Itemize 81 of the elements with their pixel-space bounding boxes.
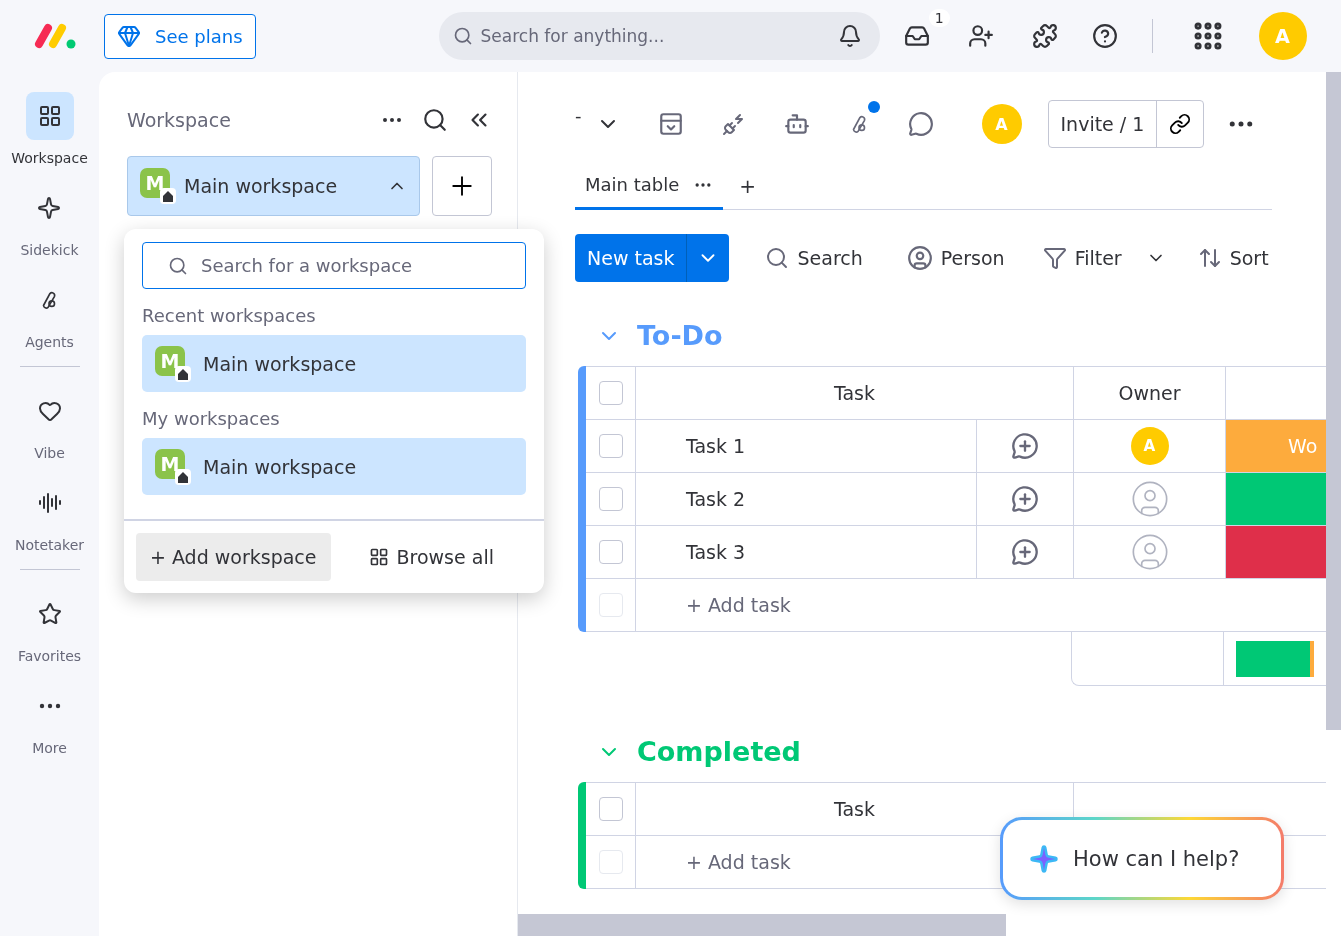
rail-label: Favorites xyxy=(17,648,82,664)
rail-item[interactable]: More xyxy=(25,682,74,756)
section-title: Recent workspaces xyxy=(142,305,317,326)
person-button[interactable]: Person xyxy=(906,245,1005,271)
add-task-field[interactable]: + Add task xyxy=(686,579,791,631)
help-icon[interactable] xyxy=(1091,23,1118,49)
rail-label: More xyxy=(32,740,67,756)
see-plans-button[interactable]: See plans xyxy=(104,13,256,59)
search-field[interactable]: Search for anything... xyxy=(438,12,880,60)
add-comment-icon[interactable] xyxy=(1011,485,1039,513)
workspace-item[interactable]: M Main workspace xyxy=(142,335,526,392)
checkbox[interactable] xyxy=(598,487,623,511)
rail-item[interactable]: Agents xyxy=(25,276,74,350)
inbox-icon[interactable] xyxy=(903,23,930,49)
rail-icon xyxy=(37,491,62,515)
search-icon xyxy=(452,26,473,46)
add-comment-icon[interactable] xyxy=(1011,432,1039,460)
view-tab[interactable]: Main table xyxy=(575,162,724,210)
checkbox[interactable] xyxy=(598,434,623,458)
vertical-scrollbar[interactable] xyxy=(1326,72,1341,730)
rail-label: Sidekick xyxy=(20,242,79,258)
rail-icon xyxy=(37,104,62,128)
status-cell[interactable] xyxy=(1226,526,1326,578)
robot-icon[interactable] xyxy=(783,111,810,137)
checkbox[interactable] xyxy=(598,540,623,564)
search-icon xyxy=(168,255,188,276)
task-name[interactable]: Task 3 xyxy=(636,526,977,578)
workspace-selector[interactable]: M Main workspace xyxy=(127,156,421,216)
horizontal-scrollbar[interactable] xyxy=(518,914,1006,936)
puzzle-icon[interactable] xyxy=(1031,23,1058,49)
rail-item[interactable]: Workspace xyxy=(11,92,88,166)
add-comment-icon[interactable] xyxy=(1011,538,1039,566)
column-header: Task xyxy=(636,367,1074,419)
add-view-button[interactable]: + xyxy=(733,172,763,199)
workspace-item[interactable]: M Main workspace xyxy=(142,438,526,495)
task-name[interactable]: Task 2 xyxy=(636,473,977,525)
board-title[interactable]: - xyxy=(575,104,582,126)
panel-icon[interactable] xyxy=(657,111,684,137)
assistant-prompt[interactable]: How can I help? xyxy=(1000,817,1284,900)
rail-item[interactable]: Notetaker xyxy=(14,479,85,553)
rail-label: Vibe xyxy=(34,445,65,461)
add-task-field[interactable]: + Add task xyxy=(686,836,791,888)
search-icon[interactable] xyxy=(422,107,448,133)
column-header: Owner xyxy=(1074,367,1226,419)
grid-icon xyxy=(368,547,389,567)
sort-button[interactable]: Sort xyxy=(1197,246,1269,270)
person-icon xyxy=(906,245,933,271)
filter-icon xyxy=(1042,246,1067,270)
workspace-search-field[interactable]: Search for a workspace xyxy=(142,242,526,289)
rail-icon xyxy=(37,602,62,626)
rail-icon xyxy=(37,399,62,423)
rail-label: Workspace xyxy=(11,150,88,166)
panel-title: Workspace xyxy=(127,109,232,131)
checkbox[interactable] xyxy=(598,381,623,405)
filter-button[interactable]: Filter xyxy=(1042,246,1166,270)
task-name[interactable]: Task 1 xyxy=(636,420,977,472)
sort-icon xyxy=(1197,246,1222,270)
plug-icon[interactable] xyxy=(721,112,746,136)
chat-icon[interactable] xyxy=(907,111,934,137)
add-workspace-button[interactable]: + Add workspace xyxy=(136,533,331,581)
browse-all-button[interactable]: Browse all xyxy=(348,546,514,568)
logo[interactable] xyxy=(34,22,78,50)
section-title: My workspaces xyxy=(142,408,281,429)
rail-icon xyxy=(37,196,62,220)
link-icon xyxy=(1169,113,1192,135)
search-icon xyxy=(765,246,790,270)
rail-item[interactable]: Vibe xyxy=(25,387,74,461)
rail-label: Notetaker xyxy=(14,537,85,553)
more-icon xyxy=(38,703,61,709)
bell-icon[interactable] xyxy=(837,24,862,48)
rail-item[interactable]: Favorites xyxy=(17,590,82,664)
rail-item[interactable]: Sidekick xyxy=(20,184,79,258)
search-button[interactable]: Search xyxy=(765,246,863,270)
sparkle-icon xyxy=(1029,843,1059,874)
diamond-icon xyxy=(117,24,141,48)
add-button[interactable] xyxy=(432,156,492,216)
status-cell[interactable] xyxy=(1226,473,1326,525)
rail-label: Agents xyxy=(25,334,74,350)
checkbox[interactable] xyxy=(598,797,623,821)
count-badge: 1 xyxy=(928,9,950,27)
add-user-icon[interactable] xyxy=(967,23,994,49)
